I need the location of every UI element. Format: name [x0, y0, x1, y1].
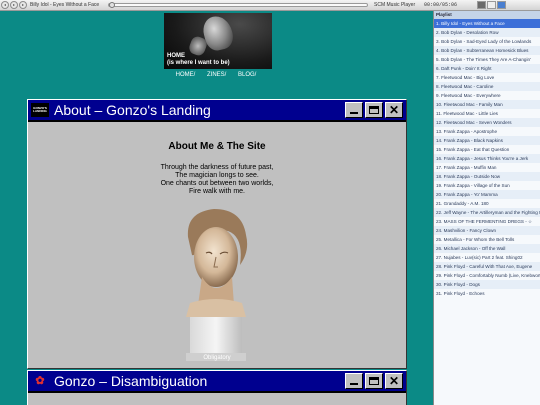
site-nav: HOME/ ZINES/ BLOG/	[0, 72, 432, 78]
gonzo-logo-icon: GONZO'S LANDING	[31, 103, 49, 117]
maximize-icon	[369, 377, 379, 385]
player-app-name: SCM Music Player	[374, 2, 416, 8]
playlist-item[interactable]: 14. Frank Zappa - Black Napkins	[434, 136, 540, 145]
playlist-item[interactable]: 22. Jeff Wayne - The Artilleryman and th…	[434, 208, 540, 217]
about-window-titlebar[interactable]: GONZO'S LANDING About – Gonzo's Landing …	[28, 100, 406, 122]
about-window-title: About – Gonzo's Landing	[54, 102, 211, 118]
minimize-button[interactable]	[345, 102, 363, 118]
hero-title: HOME	[167, 53, 185, 59]
next-icon[interactable]: ▸	[19, 1, 27, 9]
playlist-item[interactable]: 19. Frank Zappa - Village of the Sun	[434, 181, 540, 190]
playlist-toggle-icon[interactable]	[497, 1, 506, 9]
now-playing-track: Billy Idol - Eyes Without a Face	[30, 2, 100, 8]
playlist-item[interactable]: 30. Pink Floyd - Dogs	[434, 280, 540, 289]
poem-line: Fire walk with me.	[188, 188, 245, 195]
close-button[interactable]: ✕	[385, 373, 403, 389]
poem-line: Through the darkness of future past,	[160, 164, 274, 171]
about-window: GONZO'S LANDING About – Gonzo's Landing …	[27, 99, 407, 369]
rose-icon: ✿	[31, 374, 49, 388]
playlist-item[interactable]: 7. Fleetwood Mac - Big Love	[434, 73, 540, 82]
playlist-item[interactable]: 25. Metallica - For Whom the Bell Tolls	[434, 235, 540, 244]
playlist-item[interactable]: 9. Fleetwood Mac - Everywhere	[434, 91, 540, 100]
maximize-button[interactable]	[365, 373, 383, 389]
playlist-item[interactable]: 27. Nujabes - Luv(sic) Part 2 feat. Shin…	[434, 253, 540, 262]
about-window-body: About Me & The Site Through the darkness…	[28, 122, 406, 368]
time-display: 00:00/05:06	[424, 2, 458, 8]
playlist-item[interactable]: 10. Fleetwood Mac - Family Man	[434, 100, 540, 109]
shuffle-icon[interactable]	[487, 1, 496, 9]
media-player-bar: ◂ ▸ ▸ Billy Idol - Eyes Without a Face S…	[0, 0, 540, 11]
website-content: HOME (is where I want to be) HOME/ ZINES…	[0, 11, 432, 405]
disambiguation-window: ✿ Gonzo – Disambiguation ✕	[27, 370, 407, 405]
playlist-item[interactable]: 15. Frank Zappa - Eat that Question	[434, 145, 540, 154]
playlist-item[interactable]: 20. Frank Zappa - Yo' Mamma	[434, 190, 540, 199]
playlist-item[interactable]: 29. Pink Floyd - Comfortably Numb (Live,…	[434, 271, 540, 280]
seek-knob[interactable]	[109, 2, 115, 8]
maximize-button[interactable]	[365, 102, 383, 118]
nav-blog-link[interactable]: BLOG/	[238, 72, 256, 78]
close-button[interactable]: ✕	[385, 102, 403, 118]
playlist-item[interactable]: 21. Grandaddy - A.M. 180	[434, 199, 540, 208]
playlist-item[interactable]: 1. Billy Idol - Eyes Without a Face	[434, 19, 540, 28]
playlist-item[interactable]: 28. Pink Floyd - Careful With That Axe, …	[434, 262, 540, 271]
hero-subtitle: (is where I want to be)	[167, 60, 230, 66]
playlist-item[interactable]: 18. Frank Zappa - Outside Now	[434, 172, 540, 181]
playlist-item[interactable]: 24. Mashvilion - Fancy Clown	[434, 226, 540, 235]
poem-line: The magician longs to see.	[175, 172, 259, 179]
close-icon: ✕	[388, 103, 400, 117]
playlist-items: 1. Billy Idol - Eyes Without a Face 2. Bo…	[434, 19, 540, 298]
disambiguation-window-title: Gonzo – Disambiguation	[54, 373, 208, 389]
image-caption: Obligatory	[203, 355, 231, 361]
playlist-item[interactable]: 6. Daft Punk - Doin' It Right	[434, 64, 540, 73]
poem-line: One chants out between two worlds,	[160, 180, 274, 187]
playlist-item[interactable]: 2. Bob Dylan - Desolation Row	[434, 28, 540, 37]
playlist-item[interactable]: 13. Frank Zappa - Apostrophe	[434, 127, 540, 136]
close-icon: ✕	[388, 374, 400, 388]
minimize-button[interactable]	[345, 373, 363, 389]
hero-banner: HOME (is where I want to be)	[164, 13, 272, 69]
playlist-header: Playlist	[434, 11, 540, 19]
playlist-item[interactable]: 26. Michael Jackson - Off the Wall	[434, 244, 540, 253]
playlist-item[interactable]: 8. Fleetwood Mac - Caroline	[434, 82, 540, 91]
playlist-item[interactable]: 11. Fleetwood Mac - Little Lies	[434, 109, 540, 118]
play-icon[interactable]: ▸	[10, 1, 18, 9]
volume-icon[interactable]	[477, 1, 486, 9]
previous-icon[interactable]: ◂	[1, 1, 9, 9]
playlist-item[interactable]: 4. Bob Dylan - Subterranean Homesick Blu…	[434, 46, 540, 55]
playlist-item[interactable]: 5. Bob Dylan - The Times They Are A-Chan…	[434, 55, 540, 64]
playlist-panel: Playlist 1. Billy Idol - Eyes Without a …	[433, 11, 540, 405]
helios-statue-image	[186, 209, 248, 361]
nav-home-link[interactable]: HOME/	[176, 72, 196, 78]
playlist-item[interactable]: 12. Fleetwood Mac - Seven Wonders	[434, 118, 540, 127]
minimize-icon	[350, 112, 358, 114]
playlist-item[interactable]: 17. Frank Zappa - Muffin Man	[434, 163, 540, 172]
seek-bar[interactable]	[108, 2, 368, 8]
maximize-icon	[369, 106, 379, 114]
about-heading: About Me & The Site	[168, 141, 266, 152]
playlist-item[interactable]: 3. Bob Dylan - Sad-Eyed Lady of the Lowl…	[434, 37, 540, 46]
playlist-item[interactable]: 23. MASS OF THE FERMENTING DREGS - ☆	[434, 217, 540, 226]
playlist-item[interactable]: 31. Pink Floyd - Echoes	[434, 289, 540, 298]
nav-zines-link[interactable]: ZINES/	[207, 72, 226, 78]
minimize-icon	[350, 383, 358, 385]
disambiguation-window-titlebar[interactable]: ✿ Gonzo – Disambiguation ✕	[28, 371, 406, 393]
playlist-item[interactable]: 16. Frank Zappa - Jesus Thinks You're a …	[434, 154, 540, 163]
